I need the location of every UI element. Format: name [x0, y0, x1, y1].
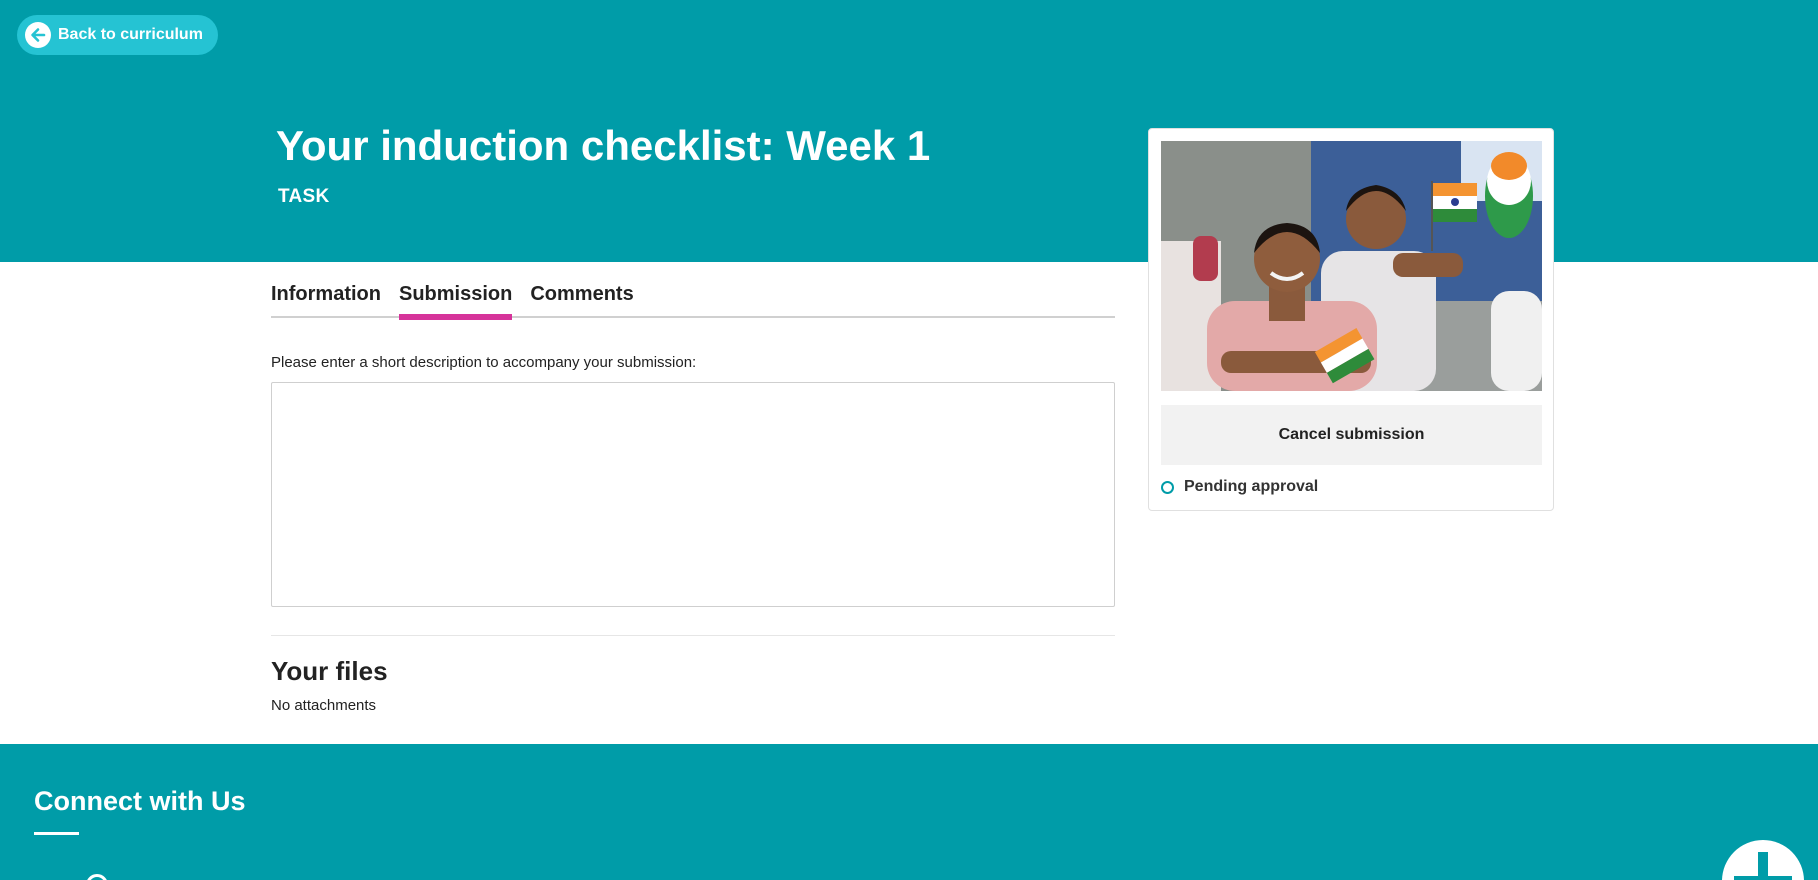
- task-card: Cancel submission Pending approval: [1148, 128, 1554, 511]
- circle-outline-icon: [1161, 480, 1174, 494]
- page-title: Your induction checklist: Week 1: [276, 122, 931, 169]
- no-attachments-text: No attachments: [271, 697, 377, 714]
- submission-status: Pending approval: [1161, 478, 1318, 496]
- page-subtitle: TASK: [278, 186, 330, 207]
- section-divider: [271, 635, 1115, 636]
- tab-submission[interactable]: Submission: [399, 280, 513, 320]
- footer-title: Connect with Us: [34, 786, 246, 816]
- plus-icon[interactable]: [1722, 840, 1804, 880]
- back-button-label: Back to curriculum: [58, 26, 203, 43]
- description-textarea[interactable]: [271, 382, 1115, 607]
- social-icon[interactable]: [86, 874, 108, 880]
- task-photo: [1161, 141, 1542, 391]
- files-heading: Your files: [271, 656, 388, 686]
- description-label: Please enter a short description to acco…: [271, 354, 697, 371]
- footer: Connect with Us: [0, 744, 1818, 880]
- arrow-left-icon: [25, 22, 51, 48]
- cancel-submission-button[interactable]: Cancel submission: [1161, 405, 1542, 465]
- tab-information[interactable]: Information: [271, 280, 381, 318]
- footer-underline: [34, 832, 79, 835]
- back-to-curriculum-button[interactable]: Back to curriculum: [17, 15, 218, 55]
- tab-comments[interactable]: Comments: [530, 280, 633, 318]
- tab-bar: Information Submission Comments: [271, 280, 1115, 320]
- status-text: Pending approval: [1184, 478, 1319, 495]
